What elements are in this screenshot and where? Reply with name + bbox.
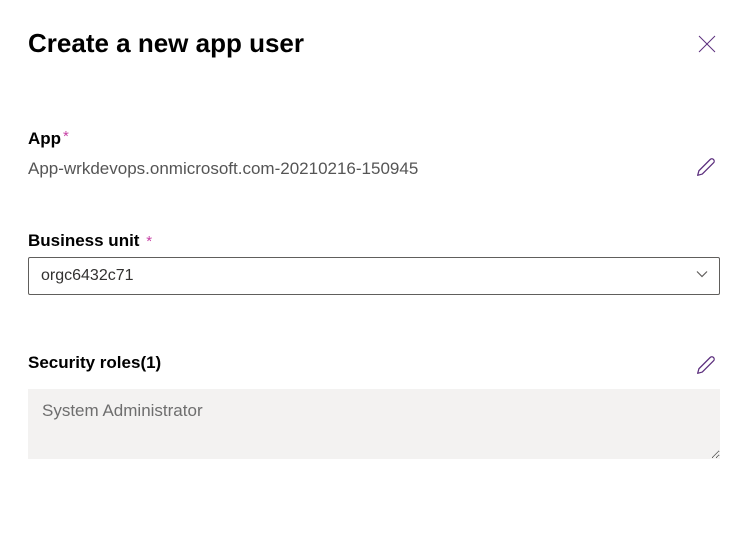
business-unit-value: orgc6432c71 (41, 267, 134, 285)
business-unit-label: Business unit * (28, 231, 720, 251)
app-value: App-wrkdevops.onmicrosoft.com-20210216-1… (28, 155, 418, 179)
security-roles-label: Security roles(1) (28, 353, 161, 373)
required-marker: * (63, 128, 69, 145)
close-icon (698, 35, 716, 53)
chevron-down-icon (695, 267, 709, 286)
close-button[interactable] (694, 31, 720, 57)
app-label: App* (28, 129, 720, 149)
edit-roles-button[interactable] (692, 351, 720, 379)
page-title: Create a new app user (28, 28, 304, 59)
business-unit-field: Business unit * orgc6432c71 (28, 231, 720, 295)
app-field: App* App-wrkdevops.onmicrosoft.com-20210… (28, 129, 720, 181)
pencil-icon (696, 355, 716, 375)
required-marker: * (146, 233, 152, 250)
edit-app-button[interactable] (692, 153, 720, 181)
security-roles-textarea[interactable] (28, 389, 720, 459)
security-roles-field: Security roles(1) (28, 351, 720, 464)
pencil-icon (696, 157, 716, 177)
business-unit-select[interactable]: orgc6432c71 (28, 257, 720, 295)
